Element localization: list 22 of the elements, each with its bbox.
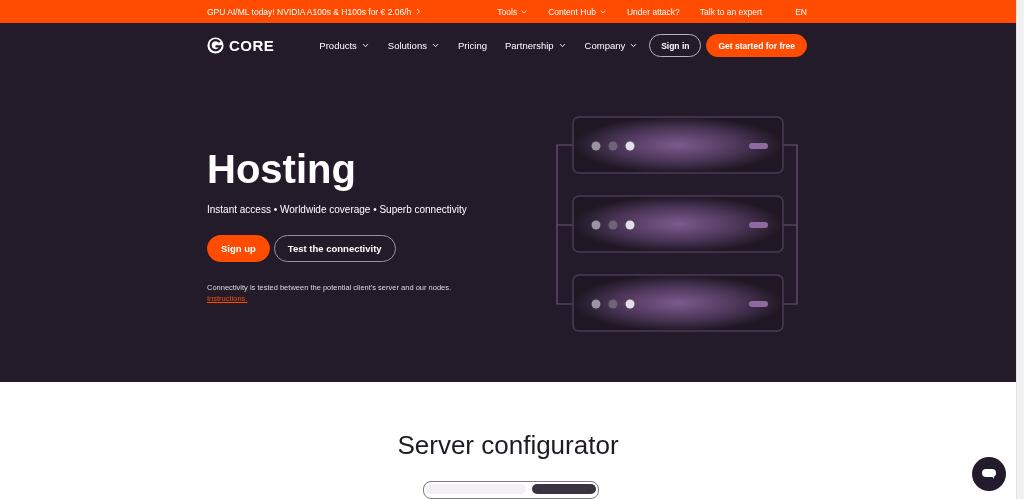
nav-item[interactable]: Products <box>319 40 370 52</box>
promo-link[interactable]: GPU AI/ML today! NVIDIA A100s & H100s for € 2.06/h <box>207 6 424 17</box>
get-started-button[interactable]: Get started for free <box>706 34 807 58</box>
top-link[interactable]: Under attack? <box>626 6 680 17</box>
nav-item[interactable]: Solutions <box>387 40 440 52</box>
nav-item[interactable]: Pricing <box>457 40 487 52</box>
logo-text[interactable]: CORE <box>229 37 275 55</box>
nav-item[interactable]: Partnership <box>505 40 567 52</box>
top-link[interactable]: Talk to an expert <box>699 6 763 17</box>
top-link[interactable]: Content Hub <box>548 6 607 17</box>
hero-subtitle: Instant access • Worldwide coverage • Superb connectivity <box>207 203 467 215</box>
logo-icon <box>207 37 224 55</box>
segment-option[interactable] <box>531 484 596 494</box>
section-title: Server configurator <box>397 430 619 461</box>
nav-item[interactable]: Company <box>584 40 639 52</box>
scrollbar[interactable] <box>1016 0 1024 499</box>
chat-button[interactable] <box>972 457 1006 491</box>
chat-bubble-icon <box>981 467 997 481</box>
sign-up-button[interactable]: Sign up <box>207 234 270 262</box>
top-link[interactable]: Tools <box>497 6 529 17</box>
hero-title: Hosting <box>207 146 357 192</box>
language-link[interactable]: EN <box>795 6 807 17</box>
